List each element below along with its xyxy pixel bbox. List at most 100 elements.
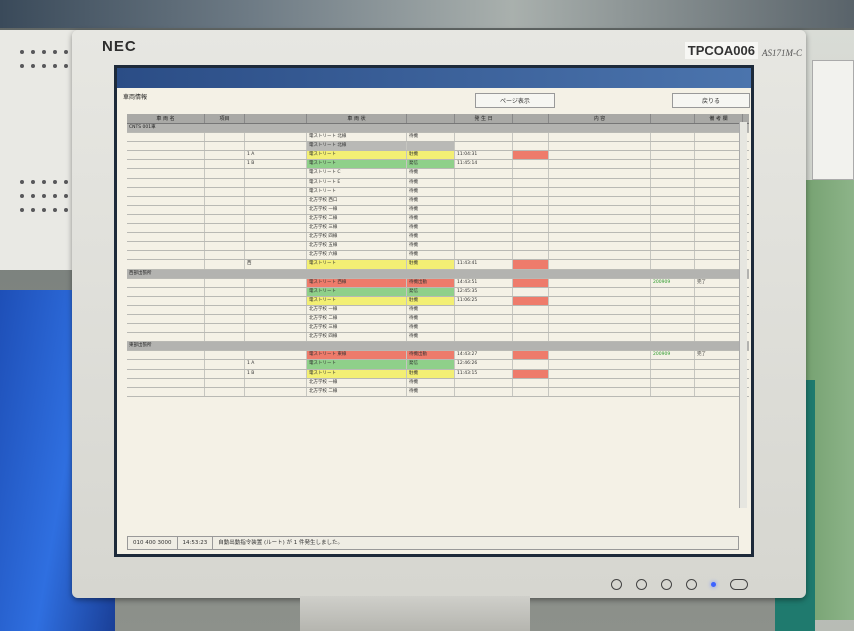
peg-hole [20,50,24,54]
table-cell [651,196,695,205]
table-cell [245,196,307,205]
table-cell [651,378,695,387]
table-row[interactable]: 北方学校 二線 待機 [127,214,749,225]
right-document [812,60,854,180]
page-display-button[interactable]: ページ表示 [475,93,555,108]
table-cell [127,324,205,333]
table-cell [205,378,245,387]
table-cell [455,214,513,224]
section-title: 東部出張所 [129,343,152,349]
table-cell [205,360,245,369]
table-cell [513,278,549,287]
table-row[interactable]: 北方学校 四線 待機 [127,233,749,243]
back-button[interactable]: 戻りる [672,93,750,108]
table-cell [651,333,695,342]
photo-scene: NEC TPCOA006 AS171M-C 車両情報 ページ表示 戻りる 車 両… [0,0,854,631]
table-cell [205,169,245,178]
table-cell [455,324,513,333]
table-row[interactable]: 北方学校 二線 待機 [127,387,749,397]
table-row[interactable]: 北方学校 六線 待機 [127,251,749,261]
power-button[interactable] [730,579,748,590]
table-cell [455,187,513,196]
table-cell: 待機出動 [407,278,455,287]
table-row[interactable]: 電ストリート C 待機 [127,169,749,179]
table-cell [455,242,513,251]
table-row[interactable]: 1 A 電ストリート 発信 12:46:26 [127,360,749,370]
table-cell [549,242,651,251]
table-cell [549,205,651,214]
table-cell: 200909 [651,351,695,360]
table-row[interactable]: 北方学校 一線 待機 [127,378,749,388]
table-cell: 待機 [407,251,455,260]
table-row[interactable]: 電ストリート 西線 待機出動 14:43:51 200909 完了 [127,278,749,288]
table-cell [205,305,245,314]
table-cell [245,169,307,178]
table-cell [651,151,695,160]
table-cell [455,387,513,396]
table-row[interactable]: 電ストリート 駐機 11:06:25 [127,296,749,306]
table-row[interactable]: 北方学校 四線 待機 [127,333,749,343]
table-cell: 発信 [407,287,455,296]
table-cell [513,224,549,233]
table-cell [455,142,513,151]
table-row[interactable]: 電ストリート 北線 待機 [127,133,749,143]
table-cell [695,324,743,333]
table-cell [513,296,549,305]
table-row[interactable]: 西電ストリート 駐機 11:43:41 [127,260,749,270]
table-cell [127,351,205,360]
table-cell [205,351,245,360]
select-button[interactable] [686,579,697,590]
table-cell: 待機 [407,224,455,233]
table-row[interactable]: 1 B 電ストリート 駐機 11:43:15 [127,369,749,379]
table-cell [549,333,651,342]
table-cell [549,187,651,196]
table-cell [205,178,245,187]
table-cell [455,169,513,178]
right-button[interactable] [661,579,672,590]
table-row[interactable]: 電ストリート 北線 [127,142,749,152]
table-cell [549,133,651,142]
table-cell [205,324,245,333]
table-cell: 1 B [245,369,307,378]
table-cell: 待機 [407,324,455,333]
table-row[interactable]: 電ストリート 東線 待機出動 14:43:27 200909 完了 [127,351,749,361]
table-cell: 待機 [407,178,455,187]
table-cell: 北方学校 一線 [307,378,407,387]
table-cell [695,305,743,314]
table-row[interactable]: 北方学校 二線 待機 [127,314,749,325]
table-cell [127,133,205,142]
table-cell [513,287,549,296]
table-cell [127,142,205,151]
table-row[interactable]: 北方学校 五線 待機 [127,242,749,252]
table-cell [513,251,549,260]
table-cell: 北方学校 二線 [307,387,407,396]
table-cell [407,142,455,151]
peg-hole [20,208,24,212]
table-row[interactable]: 電ストリート E 待機 [127,178,749,188]
left-button[interactable] [636,579,647,590]
table-cell [245,278,307,287]
table-row[interactable]: 1 B 電ストリート 発信 11:45:14 [127,160,749,170]
table-cell [205,314,245,324]
table-cell [205,251,245,260]
table-cell [205,160,245,169]
table-row[interactable]: 北方学校 一線 待機 [127,305,749,315]
table-row[interactable]: 北方学校 西口 待機 [127,196,749,206]
table-cell [455,178,513,187]
table-cell: 北方学校 一線 [307,305,407,314]
table-row[interactable]: 1 A 電ストリート 駐機 11:04:31 [127,151,749,161]
scrollbar[interactable] [739,122,747,508]
table-row[interactable]: 電ストリート 待機 [127,187,749,197]
table-cell [205,224,245,233]
table-row[interactable]: 北方学校 三線 待機 [127,324,749,334]
table-cell: 12:46:26 [455,360,513,369]
monitor-buttons [611,579,748,590]
table-row[interactable]: 北方学校 三線 待機 [127,224,749,234]
column-header: 備 考 欄 [695,114,743,123]
table-row[interactable]: 北方学校 一線 待機 [127,205,749,215]
menu-button[interactable] [611,579,622,590]
table-cell: 電ストリート 東線 [307,351,407,360]
table-row[interactable]: 電ストリート 発信 12:45:35 [127,287,749,297]
table-cell [127,233,205,242]
peg-hole [31,64,35,68]
